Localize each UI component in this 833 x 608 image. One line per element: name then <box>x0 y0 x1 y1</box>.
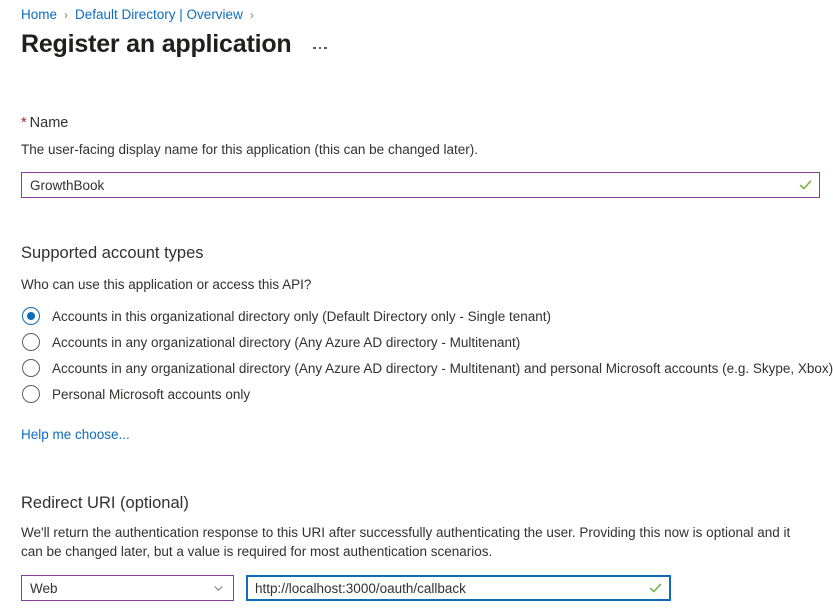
breadcrumb: Home › Default Directory | Overview › <box>21 0 812 22</box>
required-asterisk: * <box>21 115 27 131</box>
breadcrumb-item-default-directory-overview[interactable]: Default Directory | Overview <box>75 5 243 25</box>
redirect-uri-input[interactable] <box>248 577 669 599</box>
radio-personal-only[interactable]: Personal Microsoft accounts only <box>21 381 812 407</box>
redirect-uri-input-container[interactable] <box>246 575 671 601</box>
radio-multitenant[interactable]: Accounts in any organizational directory… <box>21 329 812 355</box>
title-row: Register an application <box>21 29 812 59</box>
radio-mark-icon <box>22 333 40 351</box>
radio-label: Accounts in this organizational director… <box>52 308 551 324</box>
chevron-down-icon <box>214 585 223 591</box>
name-field-label: * Name <box>21 115 812 131</box>
radio-mark-icon <box>22 359 40 377</box>
page-title: Register an application <box>21 30 292 58</box>
radio-single-tenant[interactable]: Accounts in this organizational director… <box>21 303 812 329</box>
name-input-container[interactable] <box>21 172 820 198</box>
redirect-uri-heading: Redirect URI (optional) <box>21 494 189 512</box>
breadcrumb-item-home[interactable]: Home <box>21 5 57 25</box>
breadcrumb-separator-icon: › <box>64 7 69 22</box>
radio-multitenant-and-personal[interactable]: Accounts in any organizational directory… <box>21 355 833 381</box>
register-application-page: Home › Default Directory | Overview › Re… <box>0 0 833 601</box>
breadcrumb-separator-icon: › <box>249 7 254 22</box>
supported-account-types-heading: Supported account types <box>21 244 204 262</box>
redirect-uri-row: Web <box>21 575 812 601</box>
radio-mark-icon <box>22 385 40 403</box>
radio-label: Personal Microsoft accounts only <box>52 386 251 402</box>
radio-mark-icon <box>22 307 40 325</box>
radio-label: Accounts in any organizational directory… <box>52 334 521 350</box>
name-input[interactable] <box>22 173 819 197</box>
more-options-icon[interactable] <box>311 44 329 53</box>
account-types-question: Who can use this application or access t… <box>21 277 312 292</box>
name-label-text: Name <box>29 115 69 131</box>
radio-label: Accounts in any organizational directory… <box>52 360 833 376</box>
redirect-uri-description: We'll return the authentication response… <box>21 525 791 559</box>
account-types-radio-group[interactable]: Accounts in this organizational director… <box>21 303 833 407</box>
name-field-description: The user-facing display name for this ap… <box>21 142 478 157</box>
help-me-choose-link[interactable]: Help me choose... <box>21 427 130 442</box>
platform-select[interactable]: Web <box>21 575 234 601</box>
platform-select-value: Web <box>30 580 58 596</box>
